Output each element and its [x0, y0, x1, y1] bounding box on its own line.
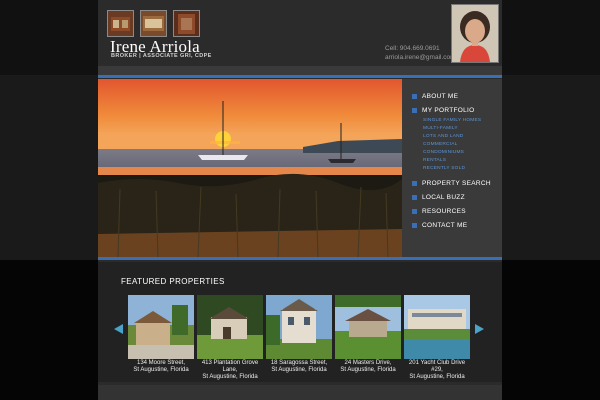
property-caption-3: 18 Saragossa Street, St Augustine, Flori…: [266, 360, 332, 374]
property-photo-2[interactable]: [197, 295, 263, 359]
submenu-rentals[interactable]: RENTALS: [423, 158, 446, 163]
accent-bar-top: [98, 75, 502, 78]
property-address-line: St Augustine, Florida: [409, 374, 465, 380]
property-photo-4[interactable]: [335, 295, 401, 359]
site-subtitle: BROKER | ASSOCIATE GRI, CDPE: [111, 53, 212, 59]
nav-label: PROPERTY SEARCH: [422, 180, 491, 187]
property-caption-2: 413 Plantation Grove Lane, St Augustine,…: [197, 360, 263, 381]
main-navigation: ABOUT ME MY PORTFOLIO SINGLE FAMILY HOME…: [402, 79, 502, 257]
square-bullet-icon: [412, 108, 417, 113]
property-photo-3[interactable]: [266, 295, 332, 359]
agent-portrait: [451, 4, 499, 63]
nav-item-resources[interactable]: RESOURCES: [412, 208, 466, 215]
page-container: Irene Arriola BROKER | ASSOCIATE GRI, CD…: [98, 0, 502, 400]
property-card-3[interactable]: 18 Saragossa Street, St Augustine, Flori…: [266, 295, 332, 374]
property-address-line: St Augustine, Florida: [271, 367, 327, 373]
nav-label: MY PORTFOLIO: [422, 107, 475, 114]
nav-item-contact-me[interactable]: CONTACT ME: [412, 222, 467, 229]
nav-label: CONTACT ME: [422, 222, 468, 229]
property-card-1[interactable]: 134 Moore Street, St Augustine, Florida: [128, 295, 194, 374]
footer-bar: [98, 385, 502, 400]
hero-image-sunset: [98, 79, 402, 257]
property-address-line: Lane,: [222, 367, 238, 373]
header-divider-strip: [98, 66, 502, 75]
square-bullet-icon: [412, 195, 417, 200]
submenu-single-family-homes[interactable]: SINGLE FAMILY HOMES: [423, 118, 481, 123]
header-thumbnail-2[interactable]: [140, 10, 167, 37]
site-header: Irene Arriola BROKER | ASSOCIATE GRI, CD…: [98, 0, 502, 66]
square-bullet-icon: [412, 94, 417, 99]
property-card-2[interactable]: 413 Plantation Grove Lane, St Augustine,…: [197, 295, 263, 381]
property-address-line: 18 Saragossa Street,: [270, 360, 328, 366]
arrow-left-icon[interactable]: [114, 324, 123, 334]
property-address-line: 201 Yacht Club Drive: [408, 360, 466, 366]
property-card-4[interactable]: 24 Masters Drive, St Augustine, Florida: [335, 295, 401, 374]
submenu-lots-and-land[interactable]: LOTS AND LAND: [423, 134, 463, 139]
square-bullet-icon: [412, 209, 417, 214]
submenu-condominiums[interactable]: CONDOMINIUMS: [423, 150, 464, 155]
nav-label: ABOUT ME: [422, 93, 459, 100]
property-address-line: St Augustine, Florida: [202, 374, 258, 380]
property-photo-5[interactable]: [404, 295, 470, 359]
property-caption-5: 201 Yacht Club Drive #29, St Augustine, …: [404, 360, 470, 381]
arrow-right-icon[interactable]: [475, 324, 484, 334]
submenu-multi-family[interactable]: MULTI-FAMILY: [423, 126, 458, 131]
nav-label: LOCAL BUZZ: [422, 194, 465, 201]
submenu-commercial[interactable]: COMMERCIAL: [423, 142, 458, 147]
submenu-recently-sold[interactable]: RECENTLY SOLD: [423, 166, 465, 171]
featured-properties-title: FEATURED PROPERTIES: [121, 277, 225, 286]
nav-item-my-portfolio[interactable]: MY PORTFOLIO: [412, 107, 474, 114]
property-photo-1[interactable]: [128, 295, 194, 359]
property-address-line: St Augustine, Florida: [133, 367, 189, 373]
property-address-line: St Augustine, Florida: [340, 367, 396, 373]
square-bullet-icon: [412, 181, 417, 186]
property-caption-4: 24 Masters Drive, St Augustine, Florida: [335, 360, 401, 374]
property-address-line: 24 Masters Drive,: [344, 360, 392, 366]
property-address-line: 413 Plantation Grove: [201, 360, 259, 366]
email-address[interactable]: arriola.irene@gmail.com: [385, 53, 456, 62]
property-card-5[interactable]: 201 Yacht Club Drive #29, St Augustine, …: [404, 295, 470, 381]
header-thumbnails: [107, 10, 200, 37]
accent-bar-bottom: [98, 257, 502, 260]
header-thumbnail-1[interactable]: [107, 10, 134, 37]
property-address-line: #29,: [431, 367, 443, 373]
nav-item-property-search[interactable]: PROPERTY SEARCH: [412, 180, 491, 187]
nav-label: RESOURCES: [422, 208, 466, 215]
nav-item-about-me[interactable]: ABOUT ME: [412, 93, 458, 100]
phone-number: Cell: 904.669.0691: [385, 45, 440, 52]
contact-block: Cell: 904.669.0691 arriola.irene@gmail.c…: [385, 44, 456, 62]
header-thumbnail-3[interactable]: [173, 10, 200, 37]
nav-item-local-buzz[interactable]: LOCAL BUZZ: [412, 194, 465, 201]
property-caption-1: 134 Moore Street, St Augustine, Florida: [128, 360, 194, 374]
property-address-line: 134 Moore Street,: [136, 360, 186, 366]
square-bullet-icon: [412, 223, 417, 228]
